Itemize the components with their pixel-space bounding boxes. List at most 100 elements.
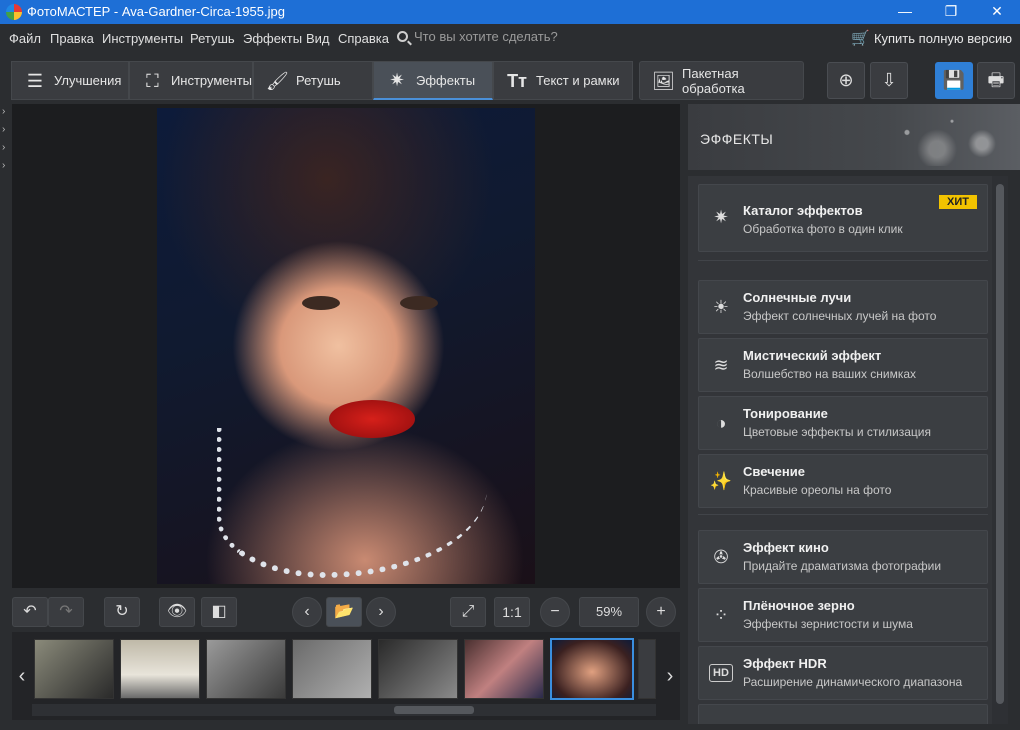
grain-icon: ⁘ [713, 605, 729, 625]
card-subtitle: Эффект солнечных лучей на фото [743, 309, 937, 323]
maximize-button[interactable]: ❐ [928, 0, 974, 24]
card-subtitle: Придайте драматизма фотографии [743, 559, 942, 573]
actual-size-button[interactable]: 1:1 [494, 597, 530, 627]
tab-label: Пакетная обработка [682, 65, 745, 96]
menu-help[interactable]: Справка [338, 31, 389, 46]
effect-item-sun-rays[interactable]: ☀ Солнечные лучи Эффект солнечных лучей … [698, 280, 988, 334]
main-toolbar: ☰ Улучшения ⛶ Инструменты 🖌 Ретушь ✷ Эффекты… [0, 52, 1020, 104]
thumbnail[interactable] [464, 639, 544, 699]
photo-preview[interactable] [157, 108, 535, 584]
filmstrip: ‹ › [12, 632, 680, 720]
fullscreen-icon: ⤢ [461, 603, 475, 620]
sun-icon: ☀ [712, 297, 730, 317]
tab-enhancements[interactable]: ☰ Улучшения [11, 61, 129, 100]
preview-original-button[interactable]: 👁 [159, 597, 195, 627]
effect-catalog-card[interactable]: ✷ Каталог эффектов Обработка фото в один… [698, 184, 988, 252]
left-panel-toggles: › › › › [0, 104, 12, 588]
eye-icon: 👁 [166, 603, 188, 620]
buy-full-version-link[interactable]: 🛒 Купить полную версию [851, 29, 1012, 47]
batch-processing-button[interactable]: 🖼 Пакетная обработка [639, 61, 804, 100]
menu-edit[interactable]: Правка [50, 31, 94, 46]
tab-label: Инструменты [170, 73, 252, 88]
effect-item-cinema[interactable]: ✇ Эффект кино Придайте драматизма фотогр… [698, 530, 988, 584]
compare-icon: ◧ [211, 603, 227, 620]
previous-photo-button[interactable]: ‹ [292, 597, 322, 627]
sliders-icon: ☰ [26, 70, 44, 91]
reset-button[interactable]: ↻ [104, 597, 140, 627]
effect-item-film-grain[interactable]: ⁘ Плёночное зерно Эффекты зернистости и … [698, 588, 988, 642]
menu-effects[interactable]: Эффекты [243, 31, 302, 46]
thumbnail[interactable] [120, 639, 200, 699]
tab-tools[interactable]: ⛶ Инструменты [129, 61, 253, 100]
menu-retouch[interactable]: Ретушь [190, 31, 235, 46]
panel-title: ЭФФЕКТЫ [700, 131, 774, 147]
thumbnail[interactable] [34, 639, 114, 699]
tab-text-frames[interactable]: Tт Текст и рамки [493, 61, 633, 100]
card-subtitle: Цветовые эффекты и стилизация [743, 425, 932, 439]
card-subtitle: Обработка фото в один клик [743, 222, 903, 236]
filmstrip-next-button[interactable]: › [660, 632, 680, 720]
chevron-right-icon[interactable]: › [2, 106, 5, 117]
effects-scrollbar[interactable] [992, 176, 1008, 724]
menu-file[interactable]: Файл [9, 31, 41, 46]
tab-retouch[interactable]: 🖌 Ретушь [253, 61, 373, 100]
minimize-button[interactable]: — [882, 0, 928, 24]
menu-view[interactable]: Вид [306, 31, 330, 46]
card-title: Каталог эффектов [743, 203, 863, 218]
preset-add-icon: ⊕ [838, 70, 854, 90]
undo-icon: ↶ [23, 603, 37, 620]
card-subtitle: Расширение динамического диапазона [743, 675, 963, 689]
search-placeholder: Что вы хотите сделать? [414, 29, 558, 44]
thumbnail[interactable] [638, 639, 656, 699]
toning-icon: ◑ [715, 413, 727, 433]
chevron-right-icon: › [666, 665, 674, 687]
zoom-in-button[interactable]: + [646, 597, 676, 627]
fit-to-screen-button[interactable]: ⤢ [450, 597, 486, 627]
image-canvas[interactable] [12, 104, 680, 588]
scrollbar-thumb[interactable] [996, 184, 1004, 704]
tab-label: Ретушь [296, 73, 341, 88]
filmstrip-scrollbar[interactable] [32, 704, 656, 716]
thumbnail[interactable] [206, 639, 286, 699]
open-folder-button[interactable]: 📂 [326, 597, 362, 627]
save-icon: 💾 [942, 70, 966, 90]
thumbnail[interactable] [378, 639, 458, 699]
tab-label: Эффекты [416, 72, 476, 88]
chevron-right-icon[interactable]: › [2, 124, 5, 135]
download-preset-button[interactable]: ⇩ [870, 62, 908, 99]
effects-list: ✷ Каталог эффектов Обработка фото в один… [688, 176, 1000, 724]
chevron-right-icon: › [378, 603, 384, 620]
chevron-left-icon: ‹ [304, 603, 310, 620]
effect-item-hdr[interactable]: HD Эффект HDR Расширение динамического д… [698, 646, 988, 700]
card-title: Эффект HDR [743, 656, 827, 671]
effect-item-mystic[interactable]: ≋ Мистический эффект Волшебство на ваших… [698, 338, 988, 392]
next-photo-button[interactable]: › [366, 597, 396, 627]
thumbnail[interactable] [292, 639, 372, 699]
scrollbar-thumb[interactable] [394, 706, 474, 714]
add-preset-button[interactable]: ⊕ [827, 62, 865, 99]
thumbnail-selected[interactable] [550, 638, 634, 700]
chevron-right-icon[interactable]: › [2, 160, 5, 171]
divider [698, 260, 988, 278]
command-search[interactable]: Что вы хотите сделать? [397, 29, 558, 44]
card-title: Солнечные лучи [743, 290, 852, 305]
zoom-out-button[interactable]: − [540, 597, 570, 627]
zoom-level[interactable]: 59% [579, 597, 639, 627]
effect-item-next[interactable] [698, 704, 988, 724]
close-button[interactable]: ✕ [974, 0, 1020, 24]
glow-icon: ✨ [709, 471, 733, 491]
effect-item-glow[interactable]: ✨ Свечение Красивые ореолы на фото [698, 454, 988, 508]
rotate-icon: ↻ [115, 603, 129, 620]
filmstrip-prev-button[interactable]: ‹ [12, 632, 32, 720]
menu-tools[interactable]: Инструменты [102, 31, 183, 46]
chevron-right-icon[interactable]: › [2, 142, 5, 153]
compare-button[interactable]: ◧ [201, 597, 237, 627]
card-subtitle: Эффекты зернистости и шума [743, 617, 913, 631]
tab-effects[interactable]: ✷ Эффекты [373, 61, 493, 100]
save-button[interactable]: 💾 [935, 62, 973, 99]
undo-button[interactable]: ↶ [12, 597, 48, 627]
redo-button[interactable]: ↷ [48, 597, 84, 627]
effects-panel: ЭФФЕКТЫ ✷ Каталог эффектов Обработка фот… [680, 104, 1020, 730]
print-button[interactable]: 🖶 [977, 62, 1015, 99]
effect-item-toning[interactable]: ◑ Тонирование Цветовые эффекты и стилиза… [698, 396, 988, 450]
